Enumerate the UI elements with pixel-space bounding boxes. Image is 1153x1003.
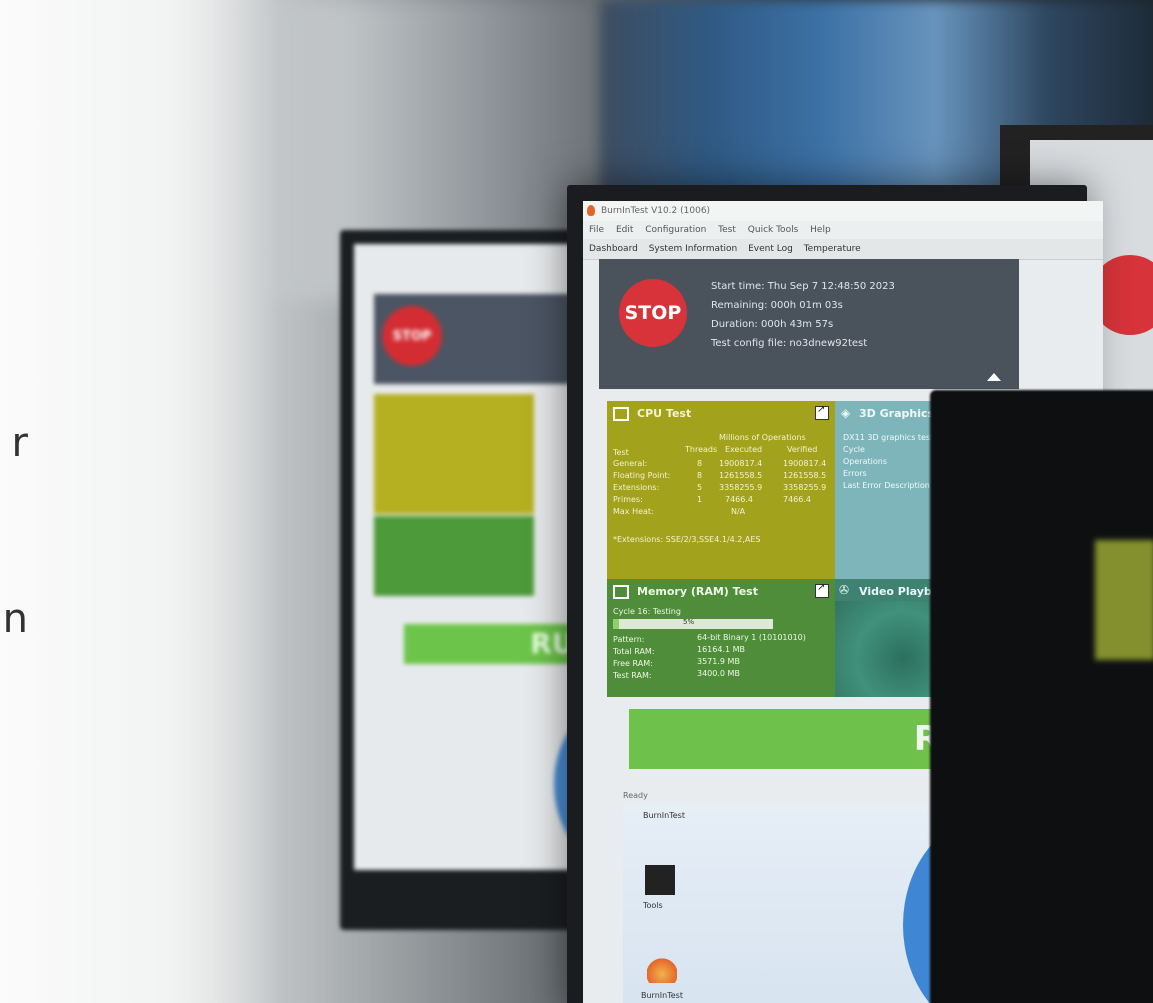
cpu-row-executed: 3358255.9: [719, 483, 763, 492]
tab-system-information[interactable]: System Information: [649, 244, 738, 254]
cpu-row-verified: 1900817.4: [783, 459, 827, 468]
memory-row-key: Test RAM:: [613, 671, 652, 680]
stop-button[interactable]: STOP: [619, 279, 687, 347]
cpu-ops-header: Millions of Operations: [719, 433, 806, 442]
memory-row-value: 16164.1 MB: [697, 645, 746, 654]
status-text: Ready: [623, 791, 648, 800]
flame-icon[interactable]: [647, 953, 677, 983]
graphics-line: Errors: [843, 469, 867, 478]
memory-row-value: 3571.9 MB: [697, 657, 740, 666]
menu-file[interactable]: File: [589, 225, 604, 235]
cpu-row-threads: 5: [697, 483, 703, 492]
cpu-row-verified: 1261558.5: [783, 471, 827, 480]
cpu-row-executed: N/A: [731, 507, 746, 516]
cpu-col-executed: Executed: [725, 445, 763, 454]
desktop-icon-label: Tools: [643, 901, 663, 910]
cpu-row-executed: 1261558.5: [719, 471, 763, 480]
menu-help[interactable]: Help: [810, 225, 831, 235]
cpu-row-name: General:: [613, 459, 648, 468]
menu-edit[interactable]: Edit: [616, 225, 633, 235]
cpu-row-name: Max Heat:: [613, 507, 654, 516]
window-titlebar: BurnInTest V10.2 (1006): [583, 201, 1103, 221]
menu-configuration[interactable]: Configuration: [645, 225, 706, 235]
cpu-col-test: Test: [613, 448, 629, 457]
collapse-triangle-icon[interactable]: [987, 373, 1001, 381]
memory-progress-bar: 5%: [613, 618, 773, 629]
cpu-row-name: Extensions:: [613, 483, 660, 492]
memory-test-title: Memory (RAM) Test: [637, 585, 758, 598]
cpu-test-panel: CPU Test Millions of Operations Test Thr…: [607, 401, 835, 579]
foreground-green-highlight: [1095, 540, 1153, 660]
cpu-row-verified: 7466.4: [783, 495, 811, 504]
cpu-row-threads: 8: [697, 459, 703, 468]
ram-stick-icon: [613, 585, 629, 599]
cpu-extensions-footer: *Extensions: SSE/2/3,SSE4.1/4.2,AES: [613, 535, 761, 544]
test-info: Start time: Thu Sep 7 12:48:50 2023 Rema…: [711, 277, 895, 353]
memory-row-value: 3400.0 MB: [697, 669, 740, 678]
cut-text-line-2: n: [2, 596, 28, 642]
expand-icon[interactable]: [815, 582, 829, 598]
memory-ram-panel: Memory (RAM) Test Cycle 16: Testing 5% P…: [607, 579, 835, 697]
menu-bar: File Edit Configuration Test Quick Tools…: [583, 221, 1103, 239]
background-stop-button: STOP: [382, 306, 442, 366]
background-ram-panel: [374, 516, 534, 596]
graphics-line: DX11 3D graphics test: [843, 433, 934, 442]
expand-icon[interactable]: [815, 404, 829, 420]
tab-temperature[interactable]: Temperature: [804, 244, 861, 254]
remaining-text: Remaining: 000h 01m 03s: [711, 300, 843, 311]
memory-progress-label: 5%: [683, 618, 695, 626]
cpu-col-threads: Threads: [685, 445, 718, 454]
graphics-line: Operations: [843, 457, 887, 466]
photo-scene: r n STOP RUN BurnInTest V10.2 (1006) Fil…: [0, 0, 1153, 1003]
graphics-cube-icon: ◈: [841, 406, 851, 420]
background-cpu-panel: [374, 394, 534, 514]
memory-row-key: Total RAM:: [613, 647, 655, 656]
desktop-top-label: BurnInTest: [643, 811, 685, 820]
cpu-test-title: CPU Test: [637, 407, 692, 420]
window-title: BurnInTest V10.2 (1006): [601, 206, 711, 216]
background-monitor: STOP RUN: [340, 230, 600, 930]
cpu-row-executed: 1900817.4: [719, 459, 763, 468]
menu-quick-tools[interactable]: Quick Tools: [748, 225, 798, 235]
tab-event-log[interactable]: Event Log: [748, 244, 793, 254]
cpu-row-name: Floating Point:: [613, 471, 671, 480]
config-file-text: Test config file: no3dnew92test: [711, 338, 868, 349]
video-reel-icon: ✇: [839, 583, 850, 597]
flame-icon: [587, 205, 595, 216]
duration-text: Duration: 000h 43m 57s: [711, 319, 834, 330]
tab-bar: Dashboard System Information Event Log T…: [583, 239, 1103, 260]
cpu-row-executed: 7466.4: [725, 495, 753, 504]
memory-cycle-text: Cycle 16: Testing: [613, 607, 681, 616]
desktop-icon-label: BurnInTest: [641, 991, 683, 1000]
graphics-line: Last Error Description: [843, 481, 930, 490]
graphics-line: Cycle: [843, 445, 865, 454]
memory-row-key: Pattern:: [613, 635, 645, 644]
tab-dashboard[interactable]: Dashboard: [589, 244, 638, 254]
cpu-row-threads: 8: [697, 471, 703, 480]
cpu-row-verified: 3358255.9: [783, 483, 827, 492]
start-time-text: Start time: Thu Sep 7 12:48:50 2023: [711, 281, 895, 292]
cut-text-line-1: r: [11, 420, 28, 466]
dashboard-header: STOP Start time: Thu Sep 7 12:48:50 2023…: [599, 259, 1019, 389]
menu-test[interactable]: Test: [718, 225, 736, 235]
cpu-row-threads: 1: [697, 495, 703, 504]
burnintest-icon[interactable]: [645, 865, 675, 895]
cpu-chip-icon: [613, 407, 629, 421]
cpu-row-name: Primes:: [613, 495, 643, 504]
cpu-col-verified: Verified: [787, 445, 818, 454]
memory-row-value: 64-bit Binary 1 (10101010): [697, 633, 806, 642]
memory-row-key: Free RAM:: [613, 659, 653, 668]
foreground-camera-blur: [930, 390, 1153, 1003]
memory-progress-fill: [613, 619, 620, 629]
background-monitor-screen: STOP RUN: [354, 244, 600, 870]
